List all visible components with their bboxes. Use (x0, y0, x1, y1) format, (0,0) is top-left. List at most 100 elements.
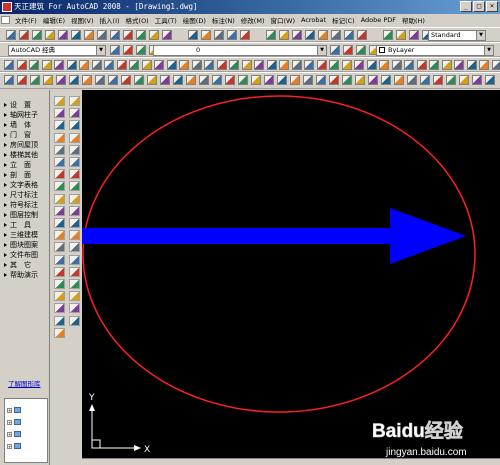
toolbar-button[interactable] (368, 75, 378, 85)
toolbar-button[interactable] (84, 30, 94, 40)
toolbar-button[interactable] (136, 30, 146, 40)
toolbar-button[interactable] (416, 60, 427, 70)
toolbar-button[interactable] (227, 30, 237, 40)
toolbar-button[interactable] (79, 60, 89, 70)
toolbar-button[interactable] (141, 60, 152, 70)
toolbar-button[interactable] (58, 30, 68, 40)
toolbar-button[interactable] (466, 60, 477, 70)
toolbar-button[interactable] (134, 75, 144, 85)
menu-item-3d-modeling[interactable]: 三维建模 (4, 230, 38, 240)
toolbar-button[interactable] (266, 60, 277, 70)
menu-markup[interactable]: 标记(C) (329, 15, 358, 25)
menu-insert[interactable]: 插入(I) (97, 15, 123, 25)
toolbar-button[interactable] (30, 75, 40, 85)
tool-button[interactable] (69, 291, 80, 302)
toolbar-button[interactable] (104, 60, 114, 70)
toolbar-button[interactable] (441, 60, 452, 70)
toolbar-button[interactable] (305, 30, 315, 40)
tool-button[interactable] (69, 108, 80, 119)
toolbar-button[interactable] (341, 60, 352, 70)
tree-node[interactable]: + (7, 441, 21, 451)
toolbar-button[interactable] (241, 60, 252, 70)
menu-adobe-pdf[interactable]: Adobe PDF (358, 16, 399, 24)
menu-item-tools[interactable]: 工 具 (4, 220, 31, 230)
tool-button[interactable] (54, 96, 65, 106)
toolbar-button[interactable] (366, 60, 377, 70)
toolbar-button[interactable] (173, 75, 183, 85)
tool-button[interactable] (69, 181, 80, 192)
tool-button[interactable] (54, 108, 65, 119)
toolbar-button[interactable] (344, 30, 354, 40)
color-combo[interactable]: ByLayer ▼ (376, 45, 494, 56)
menu-item-dimensions[interactable]: 尺寸标注 (4, 190, 38, 200)
toolbar-button[interactable] (216, 60, 227, 70)
menu-help[interactable]: 帮助(H) (399, 15, 428, 25)
menu-item-help-demo[interactable]: 帮助演示 (4, 270, 38, 280)
menu-edit[interactable]: 编辑(E) (40, 15, 68, 25)
toolbar-button[interactable] (279, 30, 289, 40)
tool-button[interactable] (69, 205, 80, 216)
toolbar-button[interactable] (381, 75, 391, 85)
toolbar-button[interactable] (166, 60, 177, 70)
menu-item-layer-control[interactable]: 图层控制 (4, 210, 38, 220)
menu-file[interactable]: 文件(F) (12, 15, 40, 25)
tool-button[interactable] (54, 157, 65, 167)
toolbar-button[interactable] (212, 75, 222, 85)
toolbar-button[interactable] (129, 60, 139, 70)
toolbar-button[interactable] (379, 60, 389, 70)
toolbar-button[interactable] (149, 30, 159, 40)
tool-button[interactable] (69, 230, 80, 241)
toolbar-button[interactable] (41, 60, 52, 70)
toolbar-button[interactable] (266, 30, 276, 40)
toolbar-button[interactable] (154, 60, 164, 70)
toolbar-button[interactable] (409, 30, 419, 40)
menu-tools[interactable]: 工具(T) (152, 15, 180, 25)
expand-icon[interactable]: + (7, 443, 12, 449)
toolbar-button[interactable] (491, 60, 500, 70)
toolbar-button[interactable] (264, 75, 274, 85)
toolbar-button[interactable] (391, 60, 402, 70)
tool-button[interactable] (69, 254, 80, 265)
toolbar-button[interactable] (136, 45, 146, 55)
tool-button[interactable] (69, 279, 80, 289)
toolbar-button[interactable] (186, 75, 196, 85)
toolbar-button[interactable] (318, 30, 328, 40)
tool-button[interactable] (54, 327, 65, 338)
toolbar-button[interactable] (71, 30, 81, 40)
menu-item-blocks-patterns[interactable]: 图块图案 (4, 240, 38, 250)
toolbar-button[interactable] (110, 45, 120, 55)
toolbar-button[interactable] (454, 60, 464, 70)
toolbar-button[interactable] (4, 75, 14, 85)
toolbar-button[interactable] (191, 60, 202, 70)
toolbar-button[interactable] (45, 30, 55, 40)
toolbar-button[interactable] (110, 30, 120, 40)
menu-draw[interactable]: 绘图(D) (180, 15, 209, 25)
menu-dimension[interactable]: 标注(N) (209, 15, 238, 25)
toolbar-button[interactable] (396, 30, 406, 40)
toolbar-button[interactable] (354, 60, 364, 70)
drawing-canvas[interactable]: Y X (82, 90, 500, 465)
toolbar-button[interactable] (214, 30, 224, 40)
expand-icon[interactable]: + (7, 407, 12, 413)
toolbar-button[interactable] (316, 60, 327, 70)
toolbar-button[interactable] (188, 30, 198, 40)
toolbar-button[interactable] (199, 75, 209, 85)
tool-button[interactable] (69, 169, 80, 180)
maximize-button[interactable]: □ (473, 1, 485, 12)
toolbar-button[interactable] (429, 60, 439, 70)
tool-button[interactable] (69, 144, 80, 155)
toolbar-button[interactable] (383, 30, 393, 40)
toolbar-button[interactable] (160, 75, 170, 85)
toolbar-button[interactable] (251, 75, 261, 85)
toolbar-button[interactable] (485, 75, 495, 85)
toolbar-button[interactable] (279, 60, 289, 70)
tool-button[interactable] (69, 193, 80, 204)
toolbar-button[interactable] (19, 30, 29, 40)
tool-button[interactable] (54, 132, 65, 143)
toolbar-button[interactable] (123, 30, 133, 40)
toolbar-button[interactable] (225, 75, 235, 85)
menu-item-file-layout[interactable]: 文件布图 (4, 250, 38, 260)
tree-node[interactable]: + (7, 405, 21, 415)
toolbar-button[interactable] (304, 60, 314, 70)
tool-button[interactable] (54, 120, 65, 131)
